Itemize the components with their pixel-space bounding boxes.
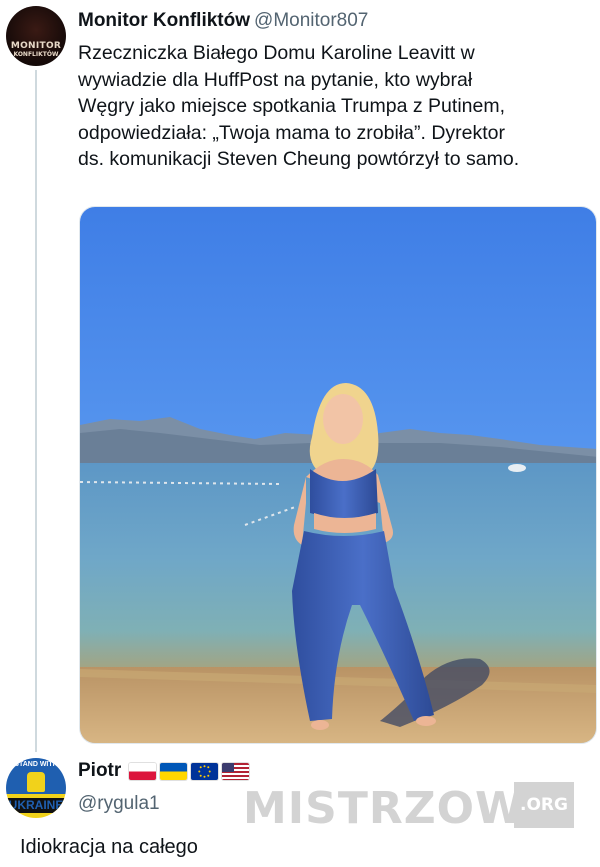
avatar-ukraine-text: UKRAINE [6,798,66,813]
photo-woman-lakeside-beach-icon [80,207,596,743]
flag-poland-icon [129,762,157,780]
tweet-photo[interactable] [79,206,597,744]
reply-header: Piotr [78,760,250,782]
tweet-header: Monitor Konfliktów @Monitor807 [78,10,368,32]
tweet-text-line: wywiadzie dla HuffPost na pytanie, kto w… [78,68,473,91]
author-avatar[interactable]: MONITOR KONFLIKTÓW [6,6,66,66]
flag-usa-icon [222,762,250,780]
flag-ukraine-icon [160,762,188,780]
tweet-text: Rzeczniczka Białego Domu Karoline Leavit… [78,40,593,173]
avatar-stand-with-text: STAND WITH [14,761,58,768]
avatar-logo-text: MONITOR KONFLIKTÓW [10,41,62,58]
tweet-text-line: odpowiedziała: „Twoja mama to zrobiła”. … [78,121,506,144]
reply-author-avatar[interactable]: STAND WITH UKRAINE [6,758,66,818]
reply-text: Idiokracja na całego [20,836,198,858]
tweet-text-line: ds. komunikacji Steven Cheung powtórzył … [78,148,520,170]
author-display-name[interactable]: Monitor Konfliktów [78,10,250,31]
eu-stars-icon [198,764,211,778]
thread-connector-line [35,70,37,752]
watermark-org-badge: .ORG [514,782,574,828]
flag-eu-icon [191,762,219,780]
tweet-text-line: Węgry jako miejsce spotkania Trumpa z Pu… [78,95,506,117]
reply-author-display-name[interactable]: Piotr [78,760,121,782]
author-handle[interactable]: @Monitor807 [254,10,368,31]
fist-icon [27,772,45,792]
reply-author-handle[interactable]: @rygula1 [78,793,160,815]
tweet-text-line: Rzeczniczka Białego Domu Karoline Leavit… [78,42,475,64]
